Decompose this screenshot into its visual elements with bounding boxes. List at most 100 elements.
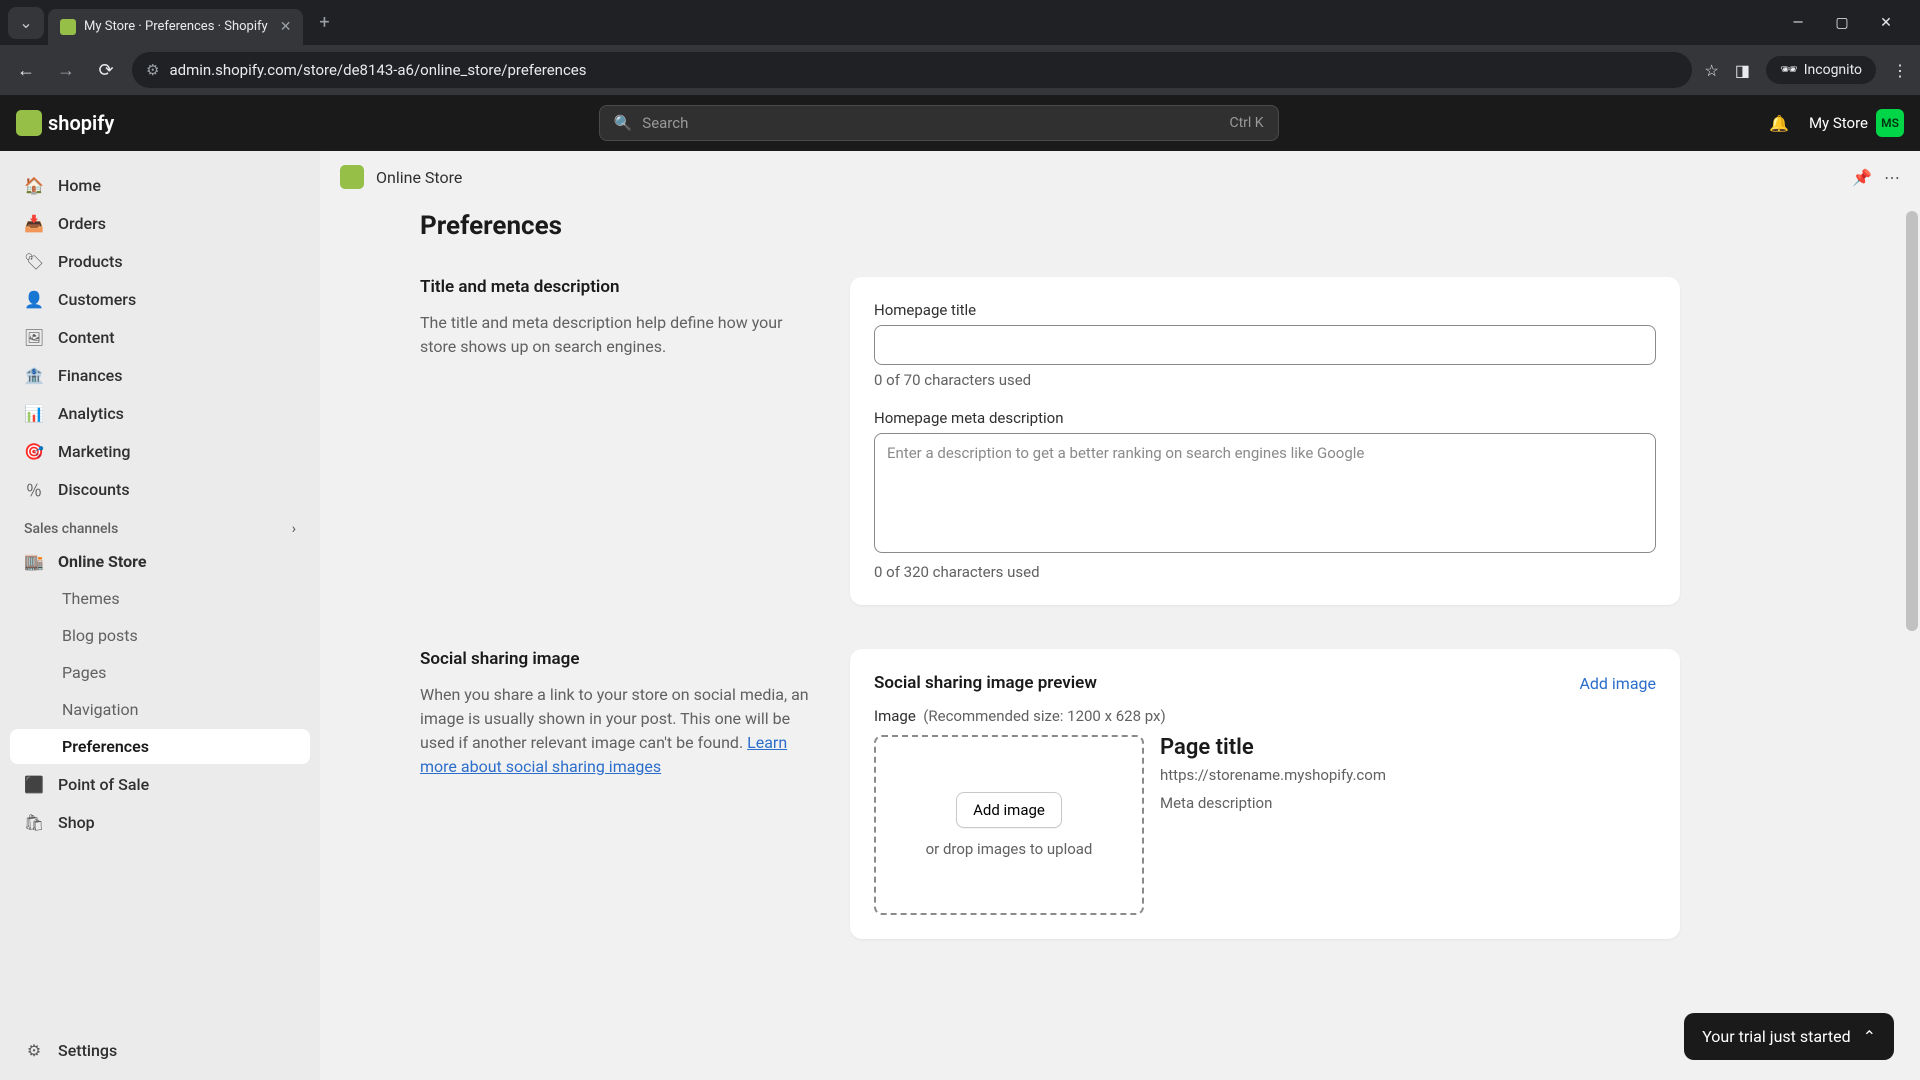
chevron-right-icon: › [292, 521, 296, 537]
chevron-up-icon: ⌃ [1863, 1027, 1876, 1046]
title-char-count: 0 of 70 characters used [874, 371, 1656, 389]
sidebar-item-marketing[interactable]: 🎯Marketing [10, 433, 310, 469]
image-hint: Image (Recommended size: 1200 x 628 px) [874, 707, 1656, 725]
section-social-image: Social sharing image When you share a li… [420, 649, 1680, 939]
app-header: shopify 🔍 Search Ctrl K 🔔 My Store MS [0, 95, 1920, 151]
kebab-menu-icon[interactable]: ⋮ [1892, 61, 1908, 80]
channel-name: Online Store [376, 168, 462, 187]
shopify-favicon-icon [60, 19, 76, 35]
sales-channels-header[interactable]: Sales channels › [10, 509, 310, 543]
browser-chrome: ⌄ My Store · Preferences · Shopify ✕ + —… [0, 0, 1920, 95]
sidebar-item-analytics[interactable]: 📊Analytics [10, 395, 310, 431]
sidebar-item-orders[interactable]: 📥Orders [10, 205, 310, 241]
social-image-card: Social sharing image preview Add image I… [850, 649, 1680, 939]
pin-icon[interactable]: 📌 [1852, 168, 1872, 187]
tab-search-dropdown[interactable]: ⌄ [8, 7, 44, 39]
sidebar-item-blog-posts[interactable]: Blog posts [10, 618, 310, 653]
section-heading: Title and meta description [420, 277, 810, 297]
search-icon: 🔍 [614, 114, 633, 132]
shopify-logo[interactable]: shopify [16, 110, 114, 136]
section-heading: Social sharing image [420, 649, 810, 669]
sidebar-item-preferences[interactable]: Preferences [10, 729, 310, 764]
preview-url: https://storename.myshopify.com [1160, 766, 1656, 784]
preview-meta-desc: Meta description [1160, 794, 1656, 812]
title-meta-card: Homepage title 0 of 70 characters used H… [850, 277, 1680, 605]
discount-icon: ％ [24, 479, 44, 499]
sidebar-item-settings[interactable]: ⚙Settings [10, 1032, 310, 1068]
url-text: admin.shopify.com/store/de8143-a6/online… [169, 61, 586, 79]
homepage-title-label: Homepage title [874, 301, 1656, 319]
meta-char-count: 0 of 320 characters used [874, 563, 1656, 581]
sidebar-item-home[interactable]: 🏠Home [10, 167, 310, 203]
sidebar-item-navigation[interactable]: Navigation [10, 692, 310, 727]
homepage-title-input[interactable] [874, 325, 1656, 365]
shopify-logo-icon [16, 110, 42, 136]
section-description: The title and meta description help defi… [420, 311, 810, 359]
browser-tab[interactable]: My Store · Preferences · Shopify ✕ [48, 9, 303, 45]
sidebar-item-discounts[interactable]: ％Discounts [10, 471, 310, 507]
url-input[interactable]: ⚙ admin.shopify.com/store/de8143-a6/onli… [132, 52, 1692, 88]
reload-icon[interactable]: ⟳ [92, 60, 120, 81]
meta-desc-label: Homepage meta description [874, 409, 1656, 427]
chevron-down-icon: ⌄ [19, 13, 32, 32]
target-icon: 🎯 [24, 441, 44, 461]
incognito-badge[interactable]: 🕶 Incognito [1766, 56, 1876, 84]
image-dropzone[interactable]: Add image or drop images to upload [874, 735, 1144, 915]
image-icon: 🖼 [24, 327, 44, 347]
page-topbar: Online Store 📌 ⋯ [320, 151, 1920, 203]
bag-icon: 🛍 [24, 812, 44, 832]
sidebar-item-content[interactable]: 🖼Content [10, 319, 310, 355]
trial-toast[interactable]: Your trial just started ⌃ [1684, 1013, 1894, 1060]
sidebar-item-online-store[interactable]: 🏬Online Store [10, 543, 310, 579]
search-input[interactable]: 🔍 Search Ctrl K [599, 105, 1279, 141]
close-icon[interactable]: ✕ [280, 19, 292, 35]
sidebar-item-finances[interactable]: 🏦Finances [10, 357, 310, 393]
drop-hint: or drop images to upload [926, 840, 1093, 858]
scrollbar-thumb[interactable] [1906, 211, 1918, 631]
sidebar-item-pages[interactable]: Pages [10, 655, 310, 690]
page-title: Preferences [420, 211, 1680, 241]
pos-icon: ⬛ [24, 774, 44, 794]
card-title: Social sharing image preview [874, 673, 1097, 693]
back-icon[interactable]: ← [12, 60, 40, 81]
minimize-icon[interactable]: — [1788, 15, 1808, 31]
sidebar-item-shop[interactable]: 🛍Shop [10, 804, 310, 840]
tab-title: My Store · Preferences · Shopify [84, 19, 268, 34]
meta-desc-input[interactable] [874, 433, 1656, 553]
address-bar: ← → ⟳ ⚙ admin.shopify.com/store/de8143-a… [0, 45, 1920, 95]
main-content: Online Store 📌 ⋯ Preferences Title and m… [320, 151, 1920, 1080]
sidebar: 🏠Home 📥Orders 🏷Products 👤Customers 🖼Cont… [0, 151, 320, 1080]
section-title-meta: Title and meta description The title and… [420, 277, 1680, 605]
bell-icon: 🔔 [1769, 114, 1789, 133]
social-preview: Page title https://storename.myshopify.c… [1160, 735, 1656, 915]
side-panel-icon[interactable]: ◨ [1735, 61, 1750, 80]
search-shortcut: Ctrl K [1229, 115, 1263, 131]
preview-page-title: Page title [1160, 735, 1656, 760]
site-settings-icon[interactable]: ⚙ [146, 61, 159, 79]
section-description: When you share a link to your store on s… [420, 683, 810, 779]
orders-icon: 📥 [24, 213, 44, 233]
forward-icon[interactable]: → [52, 60, 80, 81]
sidebar-item-themes[interactable]: Themes [10, 581, 310, 616]
sidebar-item-products[interactable]: 🏷Products [10, 243, 310, 279]
more-icon[interactable]: ⋯ [1884, 168, 1900, 187]
chart-icon: 📊 [24, 403, 44, 423]
sidebar-item-customers[interactable]: 👤Customers [10, 281, 310, 317]
store-icon: 🏬 [24, 551, 44, 571]
bookmark-icon[interactable]: ☆ [1704, 61, 1718, 80]
close-window-icon[interactable]: ✕ [1876, 15, 1896, 31]
person-icon: 👤 [24, 289, 44, 309]
scrollbar[interactable] [1904, 151, 1920, 1080]
add-image-button[interactable]: Add image [956, 792, 1062, 828]
incognito-icon: 🕶 [1780, 62, 1798, 78]
bank-icon: 🏦 [24, 365, 44, 385]
online-store-icon [340, 165, 364, 189]
store-switcher[interactable]: My Store MS [1809, 109, 1904, 137]
avatar: MS [1876, 109, 1904, 137]
new-tab-button[interactable]: + [307, 12, 341, 33]
add-image-link[interactable]: Add image [1579, 674, 1656, 693]
notifications-button[interactable]: 🔔 [1763, 107, 1795, 139]
sidebar-item-pos[interactable]: ⬛Point of Sale [10, 766, 310, 802]
tag-icon: 🏷 [24, 251, 44, 271]
maximize-icon[interactable]: ▢ [1832, 15, 1852, 31]
